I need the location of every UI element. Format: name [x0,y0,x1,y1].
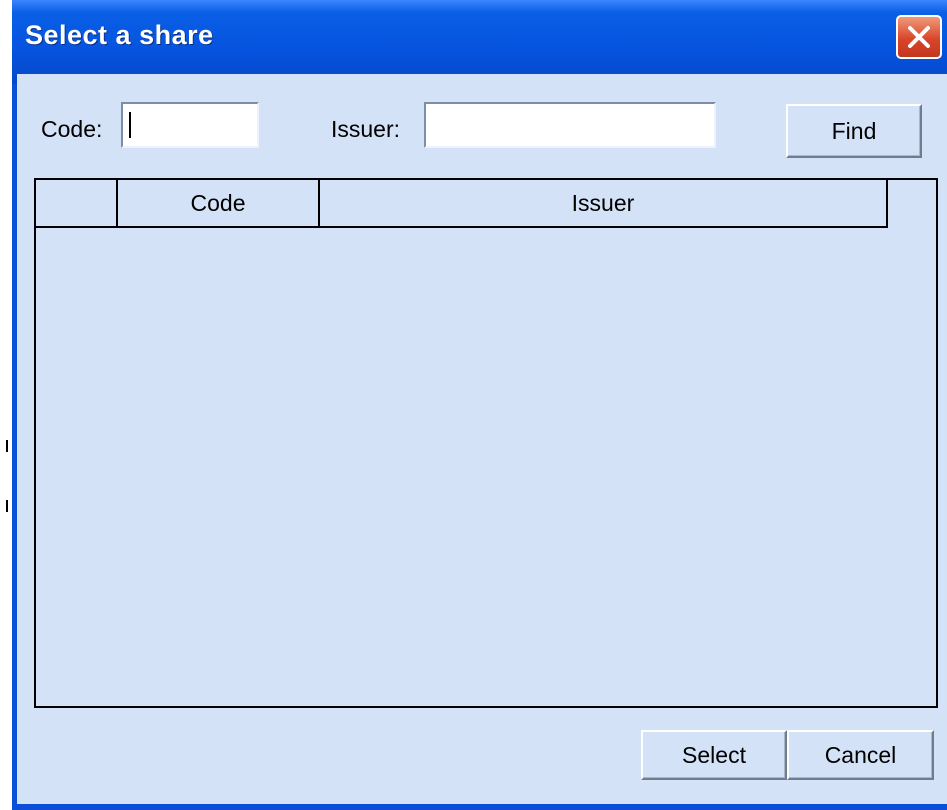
column-header-selector[interactable] [36,180,118,226]
title-bar[interactable]: Select a share [12,0,947,84]
table-header: Code Issuer [36,180,888,228]
text-caret [129,112,131,138]
code-label: Code: [41,116,103,142]
close-button[interactable] [896,15,942,59]
window-title: Select a share [25,20,214,50]
issuer-label: Issuer: [331,116,401,142]
issuer-input[interactable] [424,102,716,148]
cancel-button[interactable]: Cancel [787,730,934,780]
shares-table[interactable]: Code Issuer [34,178,938,708]
edge-mark [6,500,8,512]
dialog-body: Code: Issuer: Find Code Issuer Select Ca… [17,74,947,804]
close-icon [908,26,930,48]
edge-mark [6,440,8,452]
code-input[interactable] [121,102,259,148]
select-button[interactable]: Select [641,730,787,780]
dialog-window: Select a share Code: Issuer: Find Code I… [12,0,947,810]
column-header-code[interactable]: Code [118,180,320,226]
find-button[interactable]: Find [786,104,922,158]
background-window-edge [0,0,12,810]
column-header-issuer[interactable]: Issuer [320,180,886,226]
